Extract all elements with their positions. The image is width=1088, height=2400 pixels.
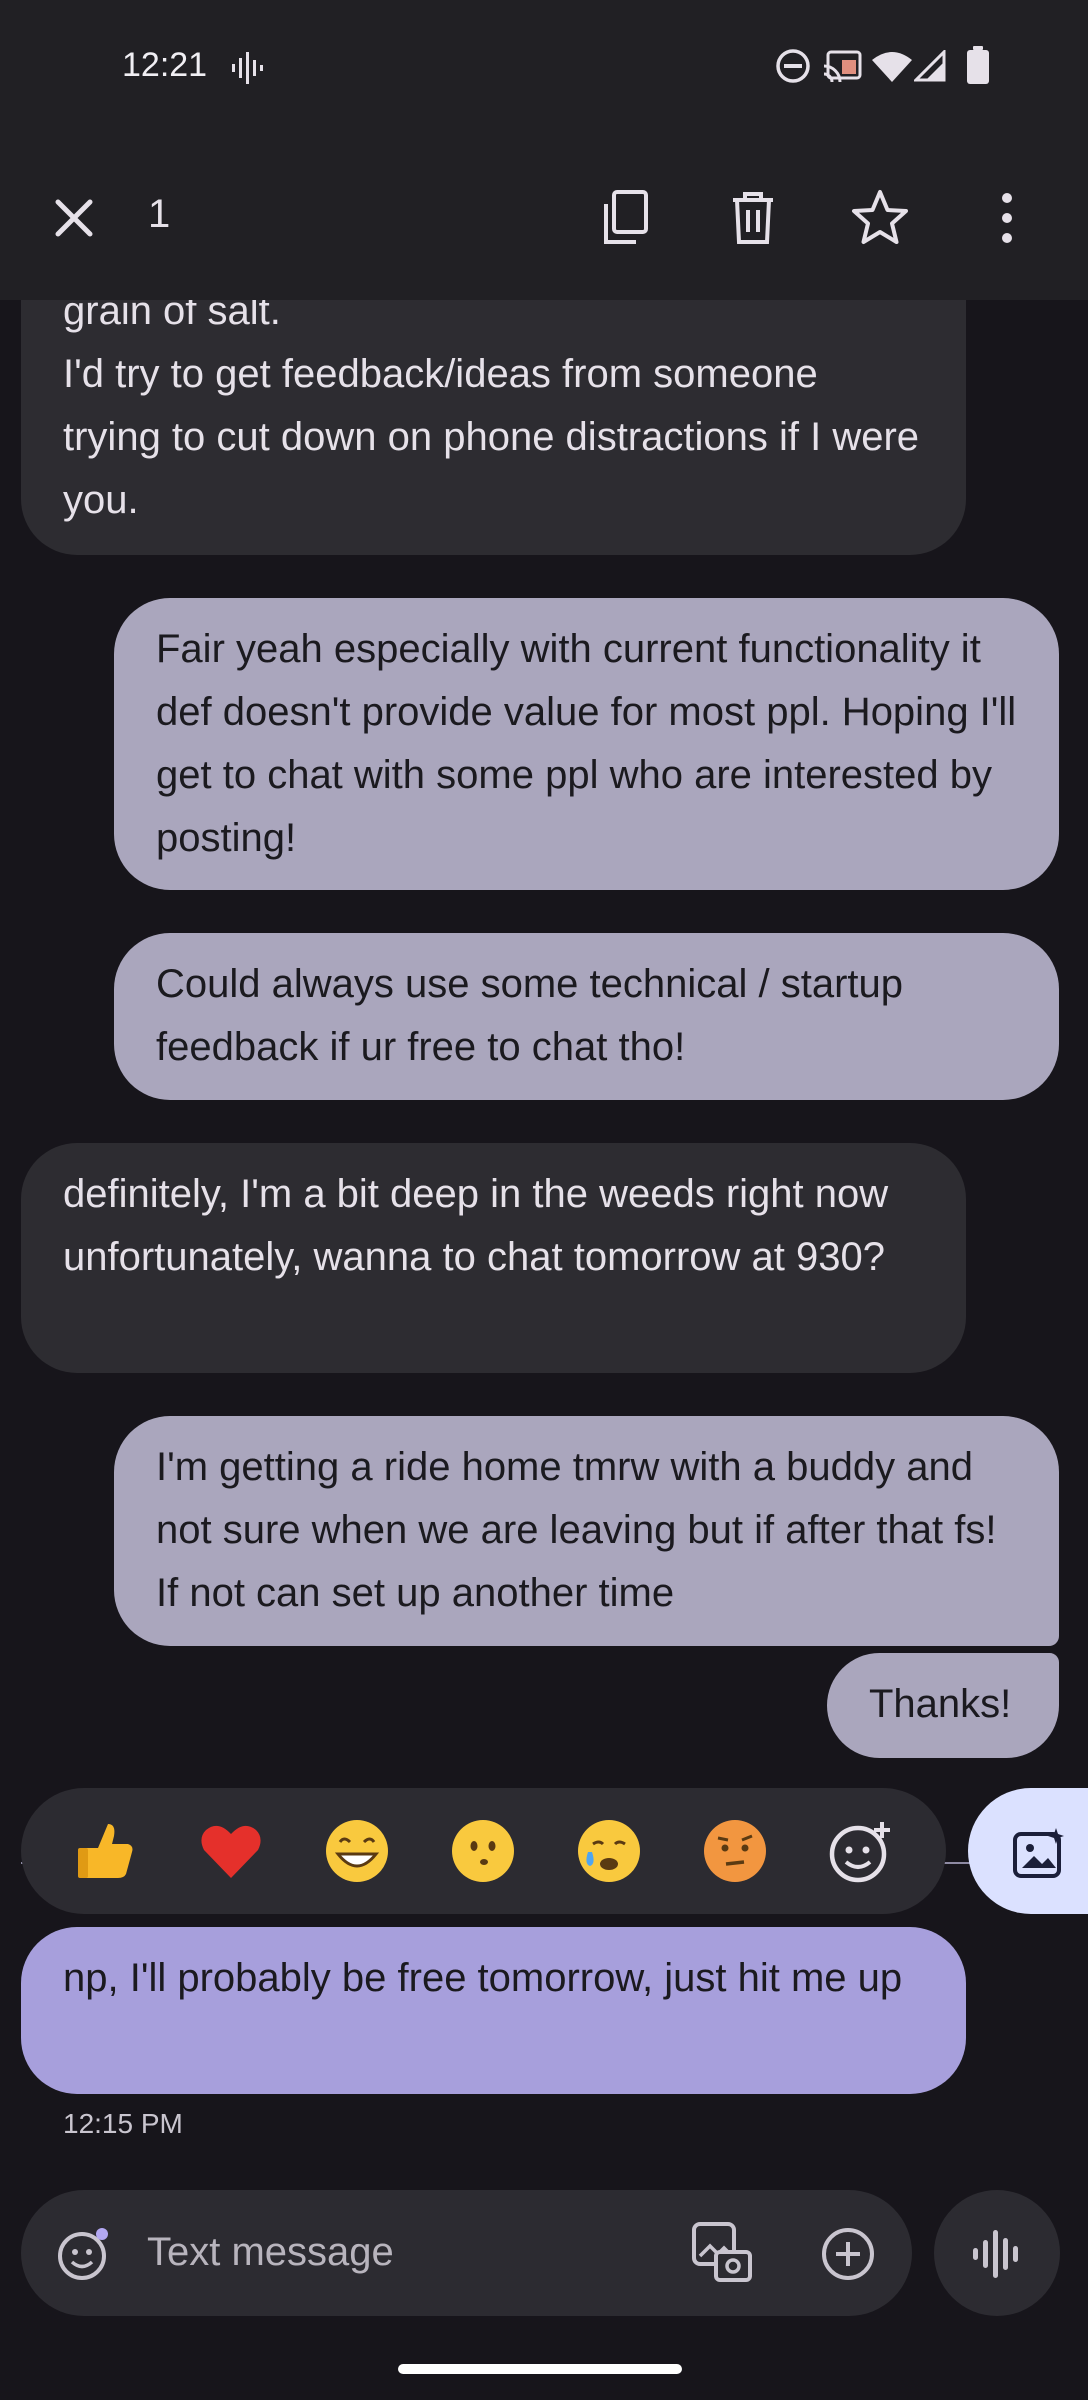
selected-count: 1 — [148, 192, 171, 236]
red-heart-icon[interactable] — [198, 1818, 264, 1884]
cell-signal-icon — [914, 50, 946, 82]
sticker-image-icon — [1013, 1828, 1064, 1878]
message-bubble-selected[interactable]: np, I'll probably be free tomorrow, just… — [21, 1927, 966, 2094]
more-options-icon[interactable] — [975, 186, 1039, 250]
face-without-mouth-icon[interactable] — [450, 1818, 516, 1884]
message-input[interactable]: Text message — [147, 2230, 394, 2275]
close-icon[interactable] — [42, 186, 106, 250]
message-bubble-incoming[interactable]: definitely, I'm a bit deep in the weeds … — [21, 1143, 966, 1373]
add-emoji-icon[interactable] — [828, 1818, 894, 1884]
message-bubble-outgoing[interactable]: Could always use some technical / startu… — [114, 933, 1059, 1100]
message-timestamp: 12:15 PM — [63, 2108, 183, 2139]
message-bubble-incoming[interactable]: grain of salt. I'd try to get feedback/i… — [21, 300, 966, 555]
raised-eyebrow-face-icon[interactable] — [702, 1818, 768, 1884]
voice-activity-icon — [232, 52, 263, 84]
add-attachment-icon[interactable] — [820, 2226, 876, 2282]
home-indicator[interactable] — [398, 2364, 682, 2374]
gallery-icon[interactable] — [690, 2220, 756, 2286]
grinning-face-icon[interactable] — [324, 1818, 390, 1884]
message-bubble-outgoing[interactable]: I'm getting a ride home tmrw with a budd… — [114, 1416, 1059, 1646]
battery-icon — [967, 46, 989, 84]
status-time: 12:21 — [122, 46, 208, 84]
cast-icon — [823, 50, 862, 83]
thumbs-up-icon[interactable] — [72, 1818, 138, 1884]
crying-face-icon[interactable] — [576, 1818, 642, 1884]
do-not-disturb-icon — [776, 49, 810, 83]
copy-icon[interactable] — [594, 186, 658, 250]
emoji-picker-icon[interactable] — [56, 2226, 112, 2282]
message-bubble-outgoing[interactable]: Thanks! — [827, 1653, 1059, 1758]
message-bubble-outgoing[interactable]: Fair yeah especially with current functi… — [114, 598, 1059, 890]
delete-icon[interactable] — [721, 186, 785, 250]
voice-waveform-icon — [973, 2230, 1018, 2278]
wifi-icon — [872, 52, 912, 82]
star-icon[interactable] — [848, 186, 912, 250]
